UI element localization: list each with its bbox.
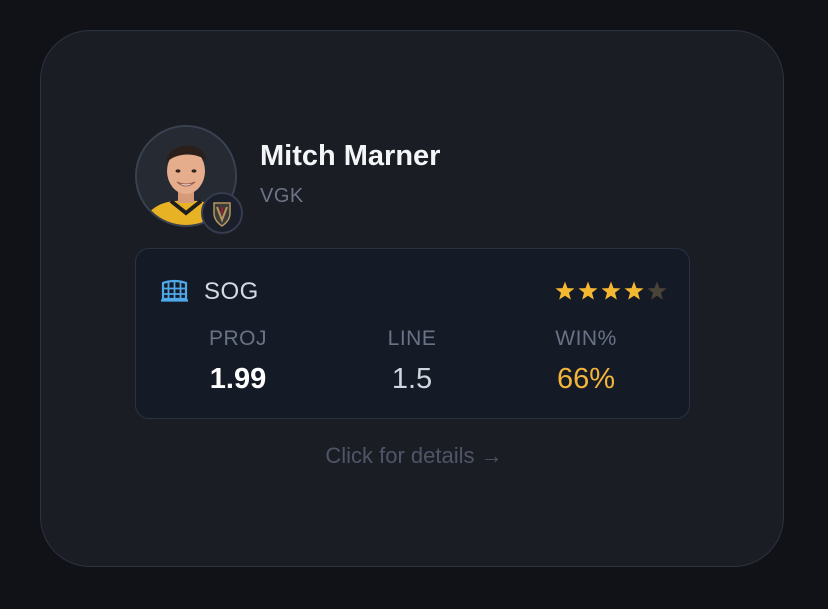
stat-win-pct: WIN% 66% xyxy=(511,326,661,397)
star-filled-icon xyxy=(555,281,575,300)
stat-label-line: LINE xyxy=(387,327,437,350)
team-logo-badge xyxy=(201,192,243,234)
stat-value-line: 1.5 xyxy=(391,363,433,395)
star-filled-icon xyxy=(601,281,621,300)
stat-label-win-pct: WIN% xyxy=(555,327,617,350)
stat-proj: PROJ 1.99 xyxy=(163,326,313,397)
hockey-net-icon xyxy=(161,279,188,302)
star-filled-icon xyxy=(578,281,598,300)
star-filled-icon xyxy=(624,281,644,300)
stat-value-proj: 1.99 xyxy=(209,363,267,395)
details-link[interactable]: Click for details → xyxy=(0,443,828,469)
player-name: Mitch Marner xyxy=(260,140,441,172)
star-empty-icon xyxy=(647,281,667,300)
stat-line: LINE 1.5 xyxy=(337,326,487,397)
rating-stars xyxy=(555,281,667,300)
stat-label-proj: PROJ xyxy=(208,327,267,350)
stat-value-win-pct: 66% xyxy=(556,363,616,395)
team-abbreviation: VGK xyxy=(260,185,304,207)
market-label: SOG xyxy=(204,278,259,305)
